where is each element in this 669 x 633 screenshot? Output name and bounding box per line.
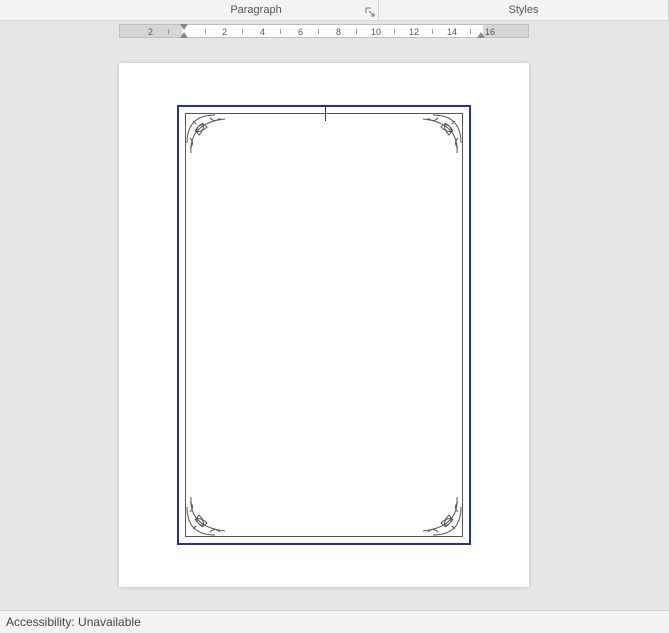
ruler-minor-tick	[432, 29, 433, 34]
corner-ornament-top-left	[185, 113, 235, 166]
ruler-tick: 16	[485, 27, 495, 37]
ruler-minor-tick	[280, 29, 281, 34]
ribbon-group-labels: Paragraph Styles	[0, 0, 669, 21]
accessibility-status[interactable]: Accessibility: Unavailable	[6, 615, 141, 629]
ruler-minor-tick	[470, 29, 471, 34]
ruler-tick: 2	[222, 27, 227, 37]
status-bar: Accessibility: Unavailable	[0, 610, 669, 633]
ruler-tick: 2	[148, 27, 153, 37]
group-styles-label: Styles	[509, 4, 539, 16]
corner-ornament-bottom-left	[185, 484, 235, 537]
document-page[interactable]	[119, 63, 529, 587]
accessibility-value: Unavailable	[78, 615, 141, 629]
hanging-indent-marker[interactable]	[180, 32, 188, 38]
ruler-minor-tick	[318, 29, 319, 34]
ruler-minor-tick	[394, 29, 395, 34]
group-styles: Styles	[379, 0, 669, 20]
launcher-icon	[365, 7, 375, 17]
ruler-minor-tick	[205, 29, 206, 34]
ruler-tick: 8	[336, 27, 341, 37]
group-paragraph: Paragraph	[0, 0, 379, 20]
ruler-tick: 4	[260, 27, 265, 37]
ruler-tick: 10	[371, 27, 381, 37]
first-line-indent-marker[interactable]	[180, 24, 188, 30]
accessibility-label: Accessibility:	[6, 615, 75, 629]
text-cursor	[325, 105, 326, 121]
ruler-tick: 12	[409, 27, 419, 37]
group-paragraph-label: Paragraph	[230, 4, 281, 16]
ruler-tick: 6	[298, 27, 303, 37]
document-canvas[interactable]	[0, 39, 669, 610]
ruler-row: 2 2 4 6 8 10 12 14 16	[0, 21, 669, 39]
ruler-minor-tick	[168, 29, 169, 34]
paragraph-dialog-launcher[interactable]	[364, 6, 376, 18]
ruler-tick: 14	[447, 27, 457, 37]
ruler-minor-tick	[356, 29, 357, 34]
page-border-inner	[185, 113, 463, 537]
horizontal-ruler[interactable]: 2 2 4 6 8 10 12 14 16	[119, 24, 529, 38]
ruler-minor-tick	[242, 29, 243, 34]
corner-ornament-top-right	[413, 113, 463, 166]
right-indent-marker[interactable]	[477, 32, 485, 38]
corner-ornament-bottom-right	[413, 484, 463, 537]
